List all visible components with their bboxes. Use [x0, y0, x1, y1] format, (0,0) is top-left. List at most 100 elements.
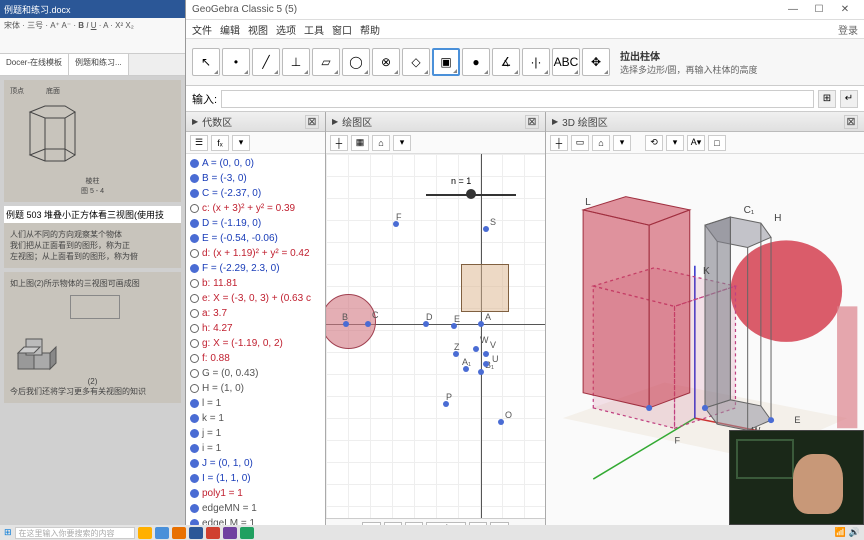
algebra-item[interactable]: c: (x + 3)² + y² = 0.39: [190, 201, 321, 216]
grid-btn[interactable]: ▦: [351, 135, 369, 151]
tool-polygon[interactable]: ▱: [312, 48, 340, 76]
tb-app-6[interactable]: [223, 527, 237, 539]
algebra-item[interactable]: J = (0, 1, 0): [190, 456, 321, 471]
algebra-header[interactable]: ▶ 代数区 ⊠: [186, 112, 325, 132]
maximize-button[interactable]: ☐: [806, 1, 832, 19]
graphics2d-close-icon[interactable]: ⊠: [525, 115, 539, 129]
tool-intersect[interactable]: ⊗: [372, 48, 400, 76]
axes3d-btn[interactable]: ┼: [550, 135, 568, 151]
algebra-item[interactable]: B = (-3, 0): [190, 171, 321, 186]
algebra-item[interactable]: b: 11.81: [190, 276, 321, 291]
algebra-close-icon[interactable]: ⊠: [305, 115, 319, 129]
plane3d-btn[interactable]: ▭: [571, 135, 589, 151]
tb-app-2[interactable]: [155, 527, 169, 539]
graphics3d-close-icon[interactable]: ⊠: [844, 115, 858, 129]
algebra-item[interactable]: k = 1: [190, 411, 321, 426]
algebra-item[interactable]: H = (1, 0): [190, 381, 321, 396]
input-enter-button[interactable]: ↵: [840, 90, 858, 108]
menu-tools[interactable]: 工具: [304, 22, 324, 37]
tb-app-7[interactable]: [240, 527, 254, 539]
tray-volume-icon[interactable]: 🔊: [849, 527, 860, 538]
algebra-item[interactable]: h: 4.27: [190, 321, 321, 336]
graphics2d-header[interactable]: ▶ 绘图区 ⊠: [326, 112, 545, 132]
visibility-toggle-icon[interactable]: [190, 159, 199, 168]
input-help-button[interactable]: ⊞: [818, 90, 836, 108]
visibility-toggle-icon[interactable]: [190, 174, 199, 183]
rotate3d-btn[interactable]: ⟲: [645, 135, 663, 151]
algebra-item[interactable]: C = (-2.37, 0): [190, 186, 321, 201]
visibility-toggle-icon[interactable]: [190, 429, 199, 438]
tool-text[interactable]: ABC: [552, 48, 580, 76]
algebra-item[interactable]: poly1 = 1: [190, 486, 321, 501]
algebra-item[interactable]: i = 1: [190, 441, 321, 456]
tool-line[interactable]: ╱: [252, 48, 280, 76]
algebra-list[interactable]: A = (0, 0, 0)B = (-3, 0)C = (-2.37, 0)c:…: [186, 154, 325, 540]
visibility-toggle-icon[interactable]: [190, 324, 199, 333]
visibility-toggle-icon[interactable]: [190, 234, 199, 243]
tool-plane[interactable]: ◇: [402, 48, 430, 76]
algebra-item[interactable]: l = 1: [190, 396, 321, 411]
aux-btn[interactable]: ▾: [232, 135, 250, 151]
menu-view[interactable]: 视图: [248, 22, 268, 37]
algebra-item[interactable]: D = (-1.19, 0): [190, 216, 321, 231]
proj3d-btn[interactable]: A▾: [687, 135, 705, 151]
menu-edit[interactable]: 编辑: [220, 22, 240, 37]
tb-app-3[interactable]: [172, 527, 186, 539]
start-icon[interactable]: ⊞: [4, 527, 12, 538]
tool-reflect[interactable]: ·|·: [522, 48, 550, 76]
graphics3d-header[interactable]: ▶ 3D 绘图区 ⊠: [546, 112, 864, 132]
tool-perpendicular[interactable]: ⊥: [282, 48, 310, 76]
tb-app-5[interactable]: [206, 527, 220, 539]
algebra-item[interactable]: a: 3.7: [190, 306, 321, 321]
algebra-item[interactable]: g: X = (-1.19, 0, 2): [190, 336, 321, 351]
visibility-toggle-icon[interactable]: [190, 489, 199, 498]
algebra-item[interactable]: A = (0, 0, 0): [190, 156, 321, 171]
tool-move-view[interactable]: ✥: [582, 48, 610, 76]
clip3d-btn[interactable]: □: [708, 135, 726, 151]
tool-move[interactable]: ↖: [192, 48, 220, 76]
tab-docer[interactable]: Docer-在线模板: [0, 54, 69, 75]
visibility-toggle-icon[interactable]: [190, 459, 199, 468]
graphics2d-canvas[interactable]: n = 1 A B C D E F S Z W V A₁ B₁ P O: [326, 154, 545, 518]
home-btn[interactable]: ⌂: [372, 135, 390, 151]
tool-point[interactable]: •: [222, 48, 250, 76]
menu-window[interactable]: 窗口: [332, 22, 352, 37]
visibility-toggle-icon[interactable]: [190, 204, 199, 213]
visibility-toggle-icon[interactable]: [190, 309, 199, 318]
tool-angle[interactable]: ∡: [492, 48, 520, 76]
visibility-toggle-icon[interactable]: [190, 249, 199, 258]
tb-app-4[interactable]: [189, 527, 203, 539]
capture3d-btn[interactable]: ▾: [613, 135, 631, 151]
algebra-item[interactable]: d: (x + 1.19)² + y² = 0.42: [190, 246, 321, 261]
tab-current[interactable]: 例题和练习...: [69, 54, 129, 75]
visibility-toggle-icon[interactable]: [190, 279, 199, 288]
visibility-toggle-icon[interactable]: [190, 189, 199, 198]
visibility-toggle-icon[interactable]: [190, 339, 199, 348]
visibility-toggle-icon[interactable]: [190, 354, 199, 363]
visibility-toggle-icon[interactable]: [190, 384, 199, 393]
algebra-item[interactable]: E = (-0.54, -0.06): [190, 231, 321, 246]
axes-btn[interactable]: ┼: [330, 135, 348, 151]
menu-help[interactable]: 帮助: [360, 22, 380, 37]
visibility-toggle-icon[interactable]: [190, 444, 199, 453]
tool-circle[interactable]: ◯: [342, 48, 370, 76]
sort-btn[interactable]: ☰: [190, 135, 208, 151]
algebra-item[interactable]: F = (-2.29, 2.3, 0): [190, 261, 321, 276]
algebra-item[interactable]: I = (1, 1, 0): [190, 471, 321, 486]
tray-wifi-icon[interactable]: 📶: [835, 527, 846, 538]
home3d-btn[interactable]: ⌂: [592, 135, 610, 151]
taskbar[interactable]: ⊞ 在这里输入你要搜索的内容 📶 🔊: [0, 525, 864, 540]
visibility-toggle-icon[interactable]: [190, 414, 199, 423]
visibility-toggle-icon[interactable]: [190, 294, 199, 303]
view3d-btn[interactable]: ▾: [666, 135, 684, 151]
minimize-button[interactable]: —: [780, 1, 806, 19]
algebra-item[interactable]: edgeMN = 1: [190, 501, 321, 516]
poly1[interactable]: [461, 264, 509, 312]
taskbar-search[interactable]: 在这里输入你要搜索的内容: [15, 527, 135, 539]
visibility-toggle-icon[interactable]: [190, 264, 199, 273]
fx-btn[interactable]: fₓ: [211, 135, 229, 151]
login-link[interactable]: 登录: [838, 22, 858, 37]
algebra-input[interactable]: [221, 90, 814, 108]
algebra-item[interactable]: j = 1: [190, 426, 321, 441]
slider-n-knob[interactable]: [466, 189, 476, 199]
